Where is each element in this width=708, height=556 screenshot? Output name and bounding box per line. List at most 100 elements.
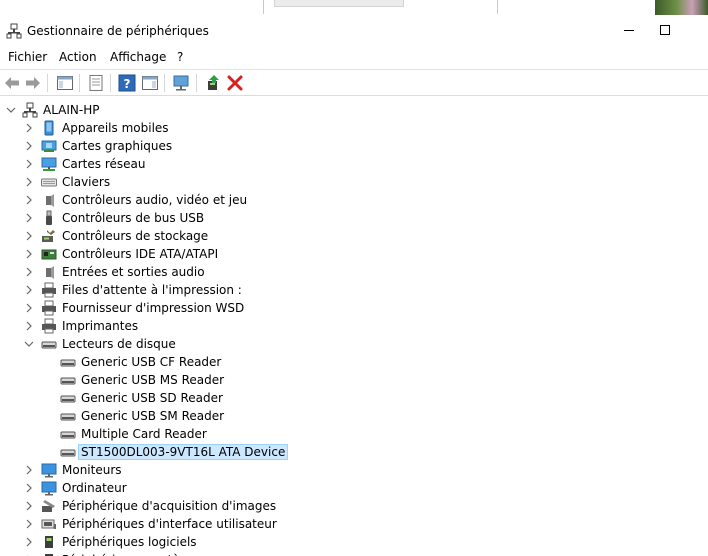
tree-category[interactable]: Périphériques logiciels [0, 533, 600, 551]
tree-category[interactable]: Lecteurs de disque [0, 335, 600, 353]
menu-affichage[interactable]: Affichage [110, 50, 166, 64]
console-tree-icon[interactable] [56, 74, 74, 92]
chevron-right-icon[interactable] [24, 321, 34, 331]
chevron-right-icon[interactable] [24, 123, 34, 133]
tree-device[interactable]: Generic USB MS Reader [0, 371, 600, 389]
tree-category[interactable]: Appareils mobiles [0, 119, 600, 137]
disk-drive-icon [41, 341, 57, 349]
action-pane-icon[interactable] [141, 74, 159, 92]
tree-device[interactable]: Generic USB CF Reader [0, 353, 600, 371]
tree-item-label: Generic USB CF Reader [81, 355, 222, 369]
tree-category[interactable]: Fournisseur d'impression WSD [0, 299, 600, 317]
chevron-right-icon[interactable] [24, 303, 34, 313]
camera-icon [42, 500, 55, 512]
tree-item-label: Moniteurs [62, 463, 122, 477]
chevron-right-icon[interactable] [24, 159, 34, 169]
tree-category[interactable]: Entrées et sorties audio [0, 263, 600, 281]
properties-sheet-icon[interactable] [87, 74, 105, 92]
tree-category[interactable]: Périphérique d'acquisition d'images [0, 497, 600, 515]
disk-drive-icon [60, 413, 76, 421]
tree-root-alain-hp[interactable]: ALAIN-HP [0, 101, 600, 119]
tree-item-label: Files d'attente à l'impression : [62, 283, 242, 297]
uninstall-device-icon[interactable] [226, 74, 244, 92]
update-driver-icon[interactable] [204, 74, 222, 92]
chevron-right-icon[interactable] [24, 249, 34, 259]
tree-category[interactable]: Périphériques d'interface utilisateur [0, 515, 600, 533]
tree-category-partial[interactable]: Périphériques système [0, 551, 600, 556]
back-arrow-icon[interactable] [3, 74, 21, 92]
tree-category[interactable]: Contrôleurs IDE ATA/ATAPI [0, 245, 600, 263]
speaker-icon [46, 194, 54, 207]
chevron-down-icon[interactable] [6, 105, 16, 115]
tree-item-label: ALAIN-HP [43, 103, 100, 117]
help-icon[interactable]: ? [118, 74, 136, 92]
tree-item-label: Contrôleurs de stockage [62, 229, 209, 243]
tree-item-label: Generic USB SM Reader [81, 409, 225, 423]
chevron-down-icon[interactable] [24, 339, 34, 349]
toolbar-separator [110, 74, 111, 92]
tree-category[interactable]: Claviers [0, 173, 600, 191]
chevron-right-icon[interactable] [24, 141, 34, 151]
device-tree: ALAIN-HP Appareils mobiles Cartes graphiqu… [0, 97, 708, 556]
chevron-right-icon[interactable] [24, 267, 34, 277]
software-device-icon [45, 536, 53, 548]
chevron-right-icon[interactable] [24, 231, 34, 241]
tree-device[interactable]: Generic USB SM Reader [0, 407, 600, 425]
chevron-right-icon[interactable] [24, 537, 34, 547]
tree-item-label: Cartes graphiques [62, 139, 173, 153]
tree-category[interactable]: Contrôleurs audio, vidéo et jeu [0, 191, 600, 209]
tree-device[interactable]: Generic USB SD Reader [0, 389, 600, 407]
tree-device[interactable]: Multiple Card Reader [0, 425, 600, 443]
tree-item-label: ST1500DL003-9VT16L ATA Device [77, 444, 289, 460]
menu-bar: Fichier Action Affichage ? [0, 45, 708, 69]
tree-device[interactable]: ST1500DL003-9VT16L ATA Device [0, 443, 600, 461]
minimize-button[interactable] [624, 30, 634, 31]
tree-category[interactable]: Contrôleurs de bus USB [0, 209, 600, 227]
disk-drive-icon [60, 377, 76, 385]
usb-icon [46, 210, 52, 225]
tree-category[interactable]: Imprimantes [0, 317, 600, 335]
window-title: Gestionnaire de périphériques [27, 24, 209, 38]
toolbar-separator [196, 74, 197, 92]
chevron-right-icon[interactable] [24, 285, 34, 295]
ide-controller-icon [41, 249, 57, 260]
maximize-button[interactable] [660, 25, 670, 35]
menu-action[interactable]: Action [59, 50, 97, 64]
tree-item-label: Contrôleurs de bus USB [62, 211, 205, 225]
menu-fichier[interactable]: Fichier [8, 50, 47, 64]
background-windows-strip [0, 0, 708, 17]
chevron-right-icon[interactable] [24, 519, 34, 529]
tree-category[interactable]: Cartes graphiques [0, 137, 600, 155]
close-button[interactable] [696, 19, 708, 41]
chevron-right-icon[interactable] [24, 213, 34, 223]
chevron-right-icon[interactable] [24, 177, 34, 187]
scan-hardware-icon[interactable] [172, 74, 190, 92]
menu-help[interactable]: ? [177, 50, 183, 64]
background-photo [655, 0, 708, 15]
mobile-device-icon [44, 120, 54, 136]
computer-icon [41, 481, 57, 496]
disk-drive-icon [60, 431, 76, 439]
background-panel [274, 0, 404, 7]
tree-item-label: Contrôleurs audio, vidéo et jeu [62, 193, 248, 207]
background-divider [263, 0, 264, 14]
network-adapter-icon [41, 157, 57, 171]
tree-category[interactable]: Ordinateur [0, 479, 600, 497]
forward-arrow-icon[interactable] [24, 74, 42, 92]
chevron-right-icon[interactable] [24, 483, 34, 493]
svg-text:?: ? [124, 77, 131, 91]
printer-icon [42, 300, 56, 316]
tree-category[interactable]: Files d'attente à l'impression : [0, 281, 600, 299]
tree-category[interactable]: Cartes réseau [0, 155, 600, 173]
chevron-right-icon[interactable] [24, 195, 34, 205]
monitor-icon [41, 463, 57, 478]
device-manager-icon [6, 23, 22, 39]
tree-item-label: Périphériques logiciels [62, 535, 197, 549]
chevron-right-icon[interactable] [24, 465, 34, 475]
chevron-right-icon[interactable] [24, 501, 34, 511]
tree-item-label: Generic USB MS Reader [81, 373, 225, 387]
tree-category[interactable]: Contrôleurs de stockage [0, 227, 600, 245]
tree-item-label: Multiple Card Reader [81, 427, 207, 441]
tree-category[interactable]: Moniteurs [0, 461, 600, 479]
disk-drive-icon [60, 395, 76, 403]
